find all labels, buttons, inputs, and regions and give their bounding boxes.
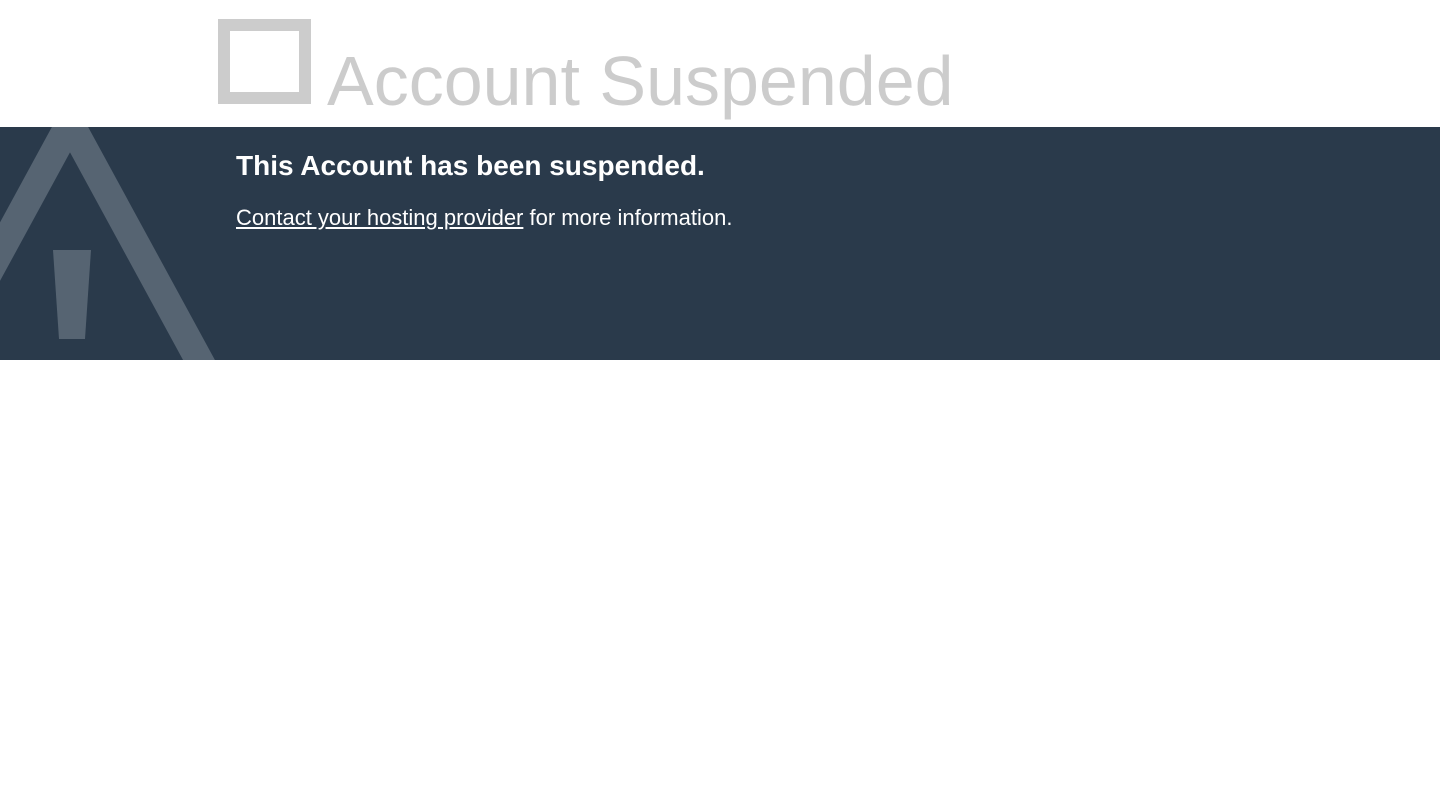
banner-content: This Account has been suspended. Contact… [236, 127, 1400, 231]
contact-message-suffix: for more information. [523, 205, 733, 230]
broken-image-icon [218, 19, 311, 104]
contact-message: Contact your hosting provider for more i… [236, 205, 1400, 231]
warning-icon [0, 127, 215, 360]
page-body [0, 360, 1440, 810]
page-header: Account Suspended [0, 0, 1440, 127]
hosting-provider-link[interactable]: Contact your hosting provider [236, 205, 523, 230]
suspension-heading: This Account has been suspended. [236, 150, 705, 181]
page-title: Account Suspended [327, 42, 954, 120]
suspension-banner: This Account has been suspended. Contact… [0, 127, 1440, 360]
